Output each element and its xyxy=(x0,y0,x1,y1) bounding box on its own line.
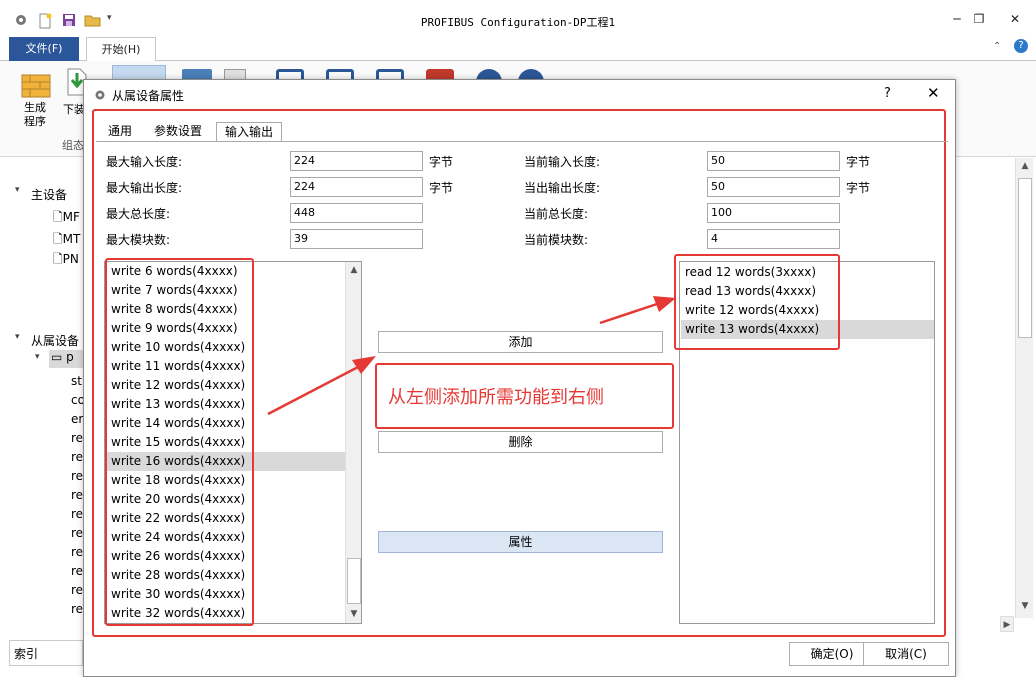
expand-slave-root-icon[interactable]: ▾ xyxy=(35,352,40,362)
arrow-right xyxy=(599,296,676,325)
scroll-up-icon[interactable]: ▲ xyxy=(1017,158,1033,174)
close-window-button[interactable]: ✕ xyxy=(1002,12,1028,26)
download-label: 下装 xyxy=(63,103,85,116)
arrow-left xyxy=(267,356,376,416)
expand-master-icon[interactable]: ▾ xyxy=(15,185,20,195)
annotation-arrows xyxy=(267,296,676,416)
device-tree: ▾ 主设备 🗋MF 🗋MT 🗋PN ▾ 从属设备 ▾ ▭ p st co er … xyxy=(9,158,91,638)
expand-slave-icon[interactable]: ▾ xyxy=(15,332,20,342)
tree-master-item[interactable]: 🗋MF xyxy=(53,208,80,229)
device-icon: ▭ xyxy=(51,350,63,364)
ribbon-tab-bar: 文件(F) 开始(H) ⌃ ? xyxy=(0,37,1036,61)
title-bar: ▾ PROFIBUS Configuration-DP工程1 ─ ❐ ✕ xyxy=(0,0,1036,38)
tree-file-icon: 🗋 xyxy=(53,210,63,224)
tree-slave-label[interactable]: 从属设备 xyxy=(31,332,79,349)
tree-master-item[interactable]: 🗋PN xyxy=(53,250,79,271)
tree-master-item[interactable]: 🗋MT xyxy=(53,230,80,251)
index-label: 索引 xyxy=(14,647,39,661)
tab-home[interactable]: 开始(H) xyxy=(86,37,156,61)
scroll-thumb[interactable] xyxy=(1018,178,1032,338)
scroll-right-icon[interactable]: ▶ xyxy=(1000,616,1014,632)
tree-file-icon: 🗋 xyxy=(53,232,63,246)
restore-button[interactable]: ❐ xyxy=(966,12,992,26)
index-panel[interactable]: 索引 xyxy=(9,640,83,666)
window-title: PROFIBUS Configuration-DP工程1 xyxy=(420,16,616,29)
generate-program-icon[interactable] xyxy=(20,67,52,102)
main-scrollbar[interactable]: ▲ ▼ xyxy=(1015,158,1033,618)
app-window: ▾ PROFIBUS Configuration-DP工程1 ─ ❐ ✕ 文件(… xyxy=(0,0,1036,677)
tree-file-icon: 🗋 xyxy=(53,252,63,266)
collapse-ribbon-icon[interactable]: ⌃ xyxy=(993,41,1001,52)
help-icon[interactable]: ? xyxy=(1014,39,1028,53)
scroll-down-icon[interactable]: ▼ xyxy=(1017,598,1033,614)
tab-file[interactable]: 文件(F) xyxy=(9,37,79,61)
group-config-label: 组态 xyxy=(62,139,84,152)
slave-properties-dialog: 从属设备属性 ? ✕ 通用 参数设置 输入输出 最大输入长度: 224 字节 最… xyxy=(83,79,956,677)
generate-program-label: 生成 程序 xyxy=(24,101,46,128)
tree-master-label[interactable]: 主设备 xyxy=(31,186,67,203)
cancel-button[interactable]: 取消(C) xyxy=(863,642,949,666)
